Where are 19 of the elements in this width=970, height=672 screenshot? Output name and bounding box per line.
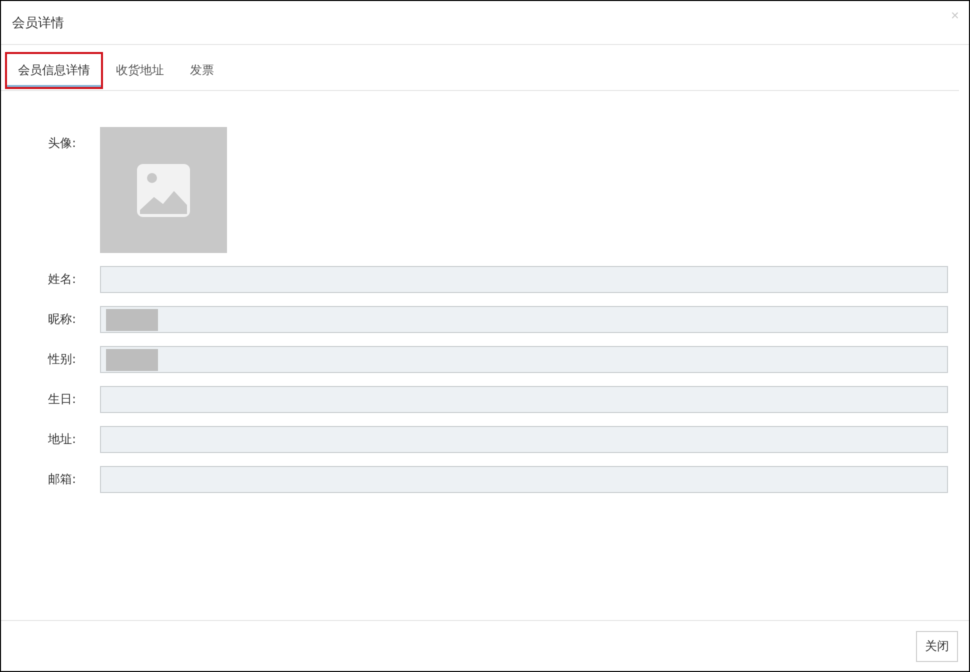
field-label: 地址: (47, 431, 78, 448)
field-label: 头像: (47, 135, 78, 152)
text-field[interactable] (100, 426, 948, 453)
text-field[interactable] (100, 346, 948, 373)
image-icon (137, 164, 190, 216)
close-button[interactable]: 关闭 (916, 630, 958, 662)
field-label: 生日: (47, 391, 78, 408)
field-label: 性别: (46, 351, 78, 368)
text-field[interactable] (100, 266, 948, 293)
tab[interactable]: 发票 (177, 52, 227, 89)
field-label: 邮箱: (47, 471, 78, 488)
tab[interactable]: 收货地址 (103, 52, 177, 89)
text-field[interactable] (100, 306, 948, 333)
text-field[interactable] (100, 386, 948, 413)
dialog-title: 会员详情 (12, 14, 64, 32)
tab[interactable]: 会员信息详情 (5, 52, 103, 89)
text-field[interactable] (100, 466, 948, 493)
field-label: 昵称: (47, 311, 78, 328)
field-label: 姓名: (47, 271, 78, 288)
